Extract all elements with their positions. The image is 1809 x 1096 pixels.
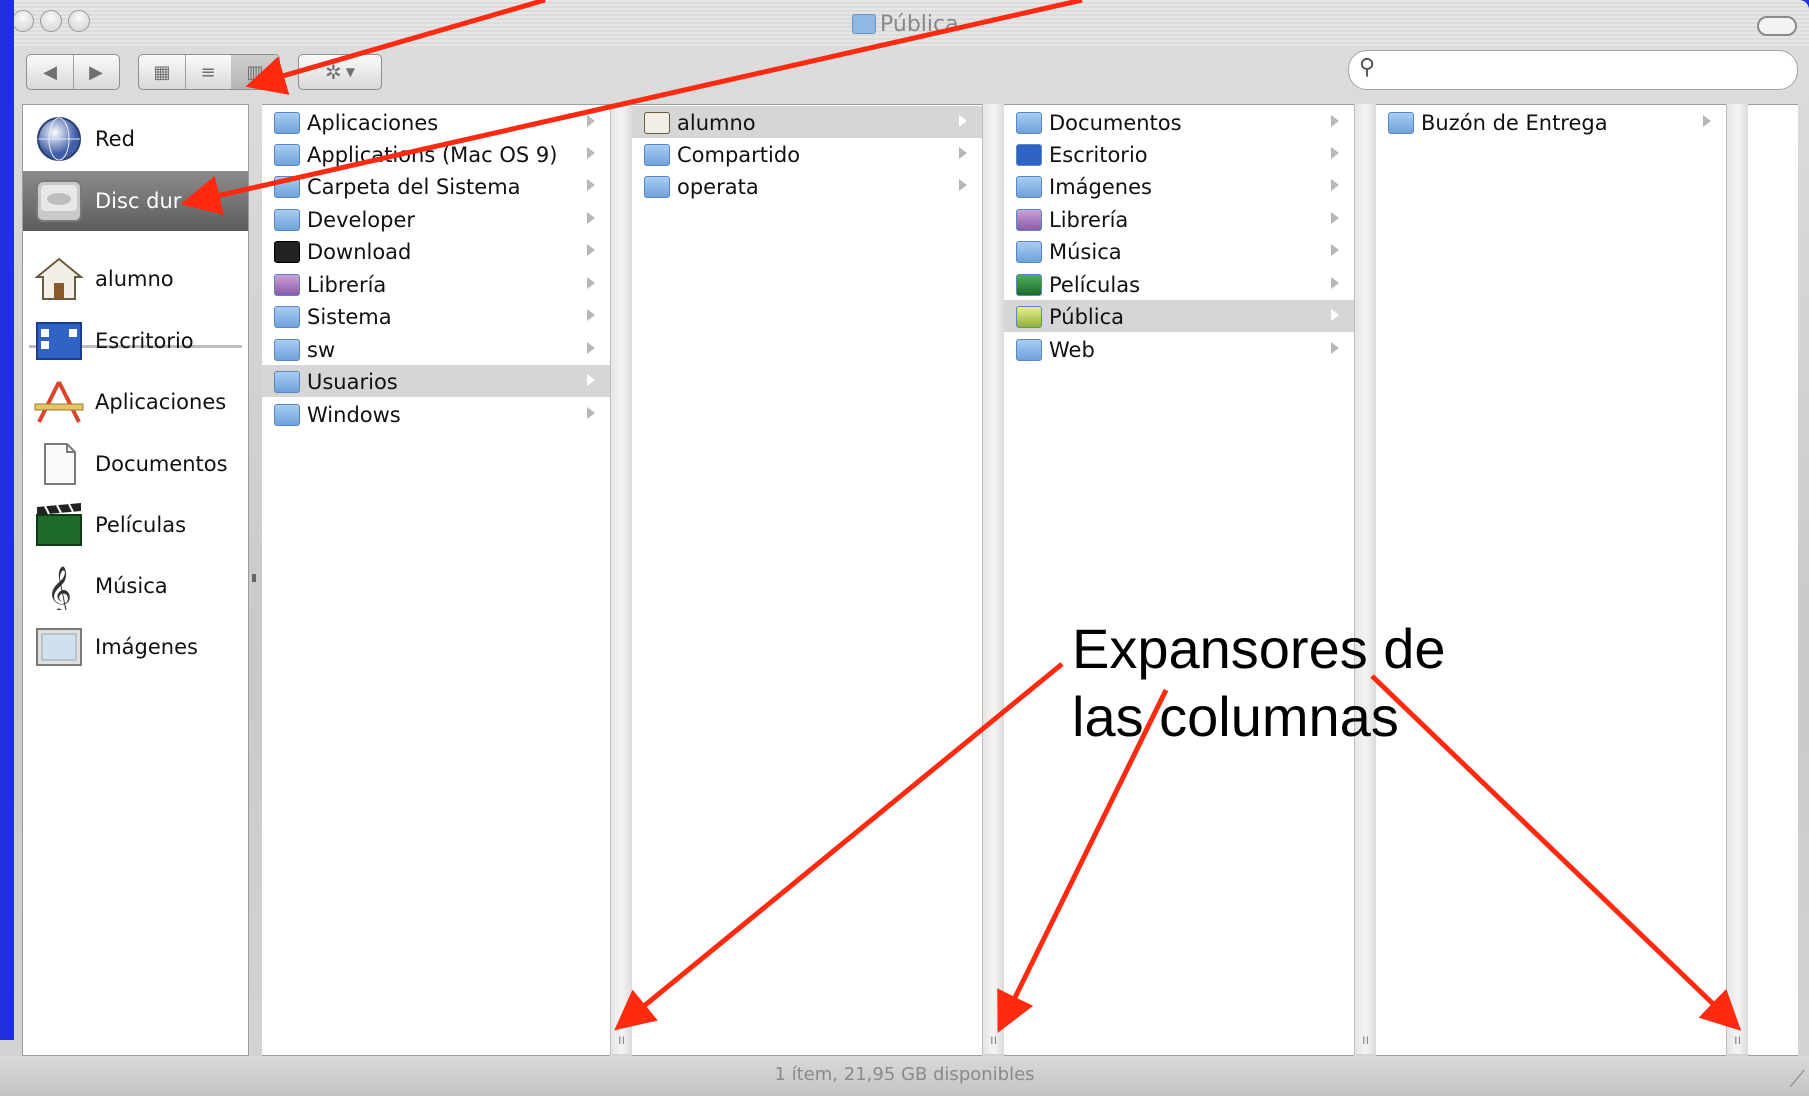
arrow-to-resizer-1 bbox=[614, 662, 1064, 1031]
arrow-to-disc-dur bbox=[180, 0, 1083, 215]
arrow-to-resizer-4 bbox=[1370, 674, 1742, 1031]
annotation-arrows bbox=[180, 0, 1742, 1033]
arrow-to-resizer-2 bbox=[997, 688, 1169, 1033]
arrow-to-column-view bbox=[245, 0, 546, 95]
